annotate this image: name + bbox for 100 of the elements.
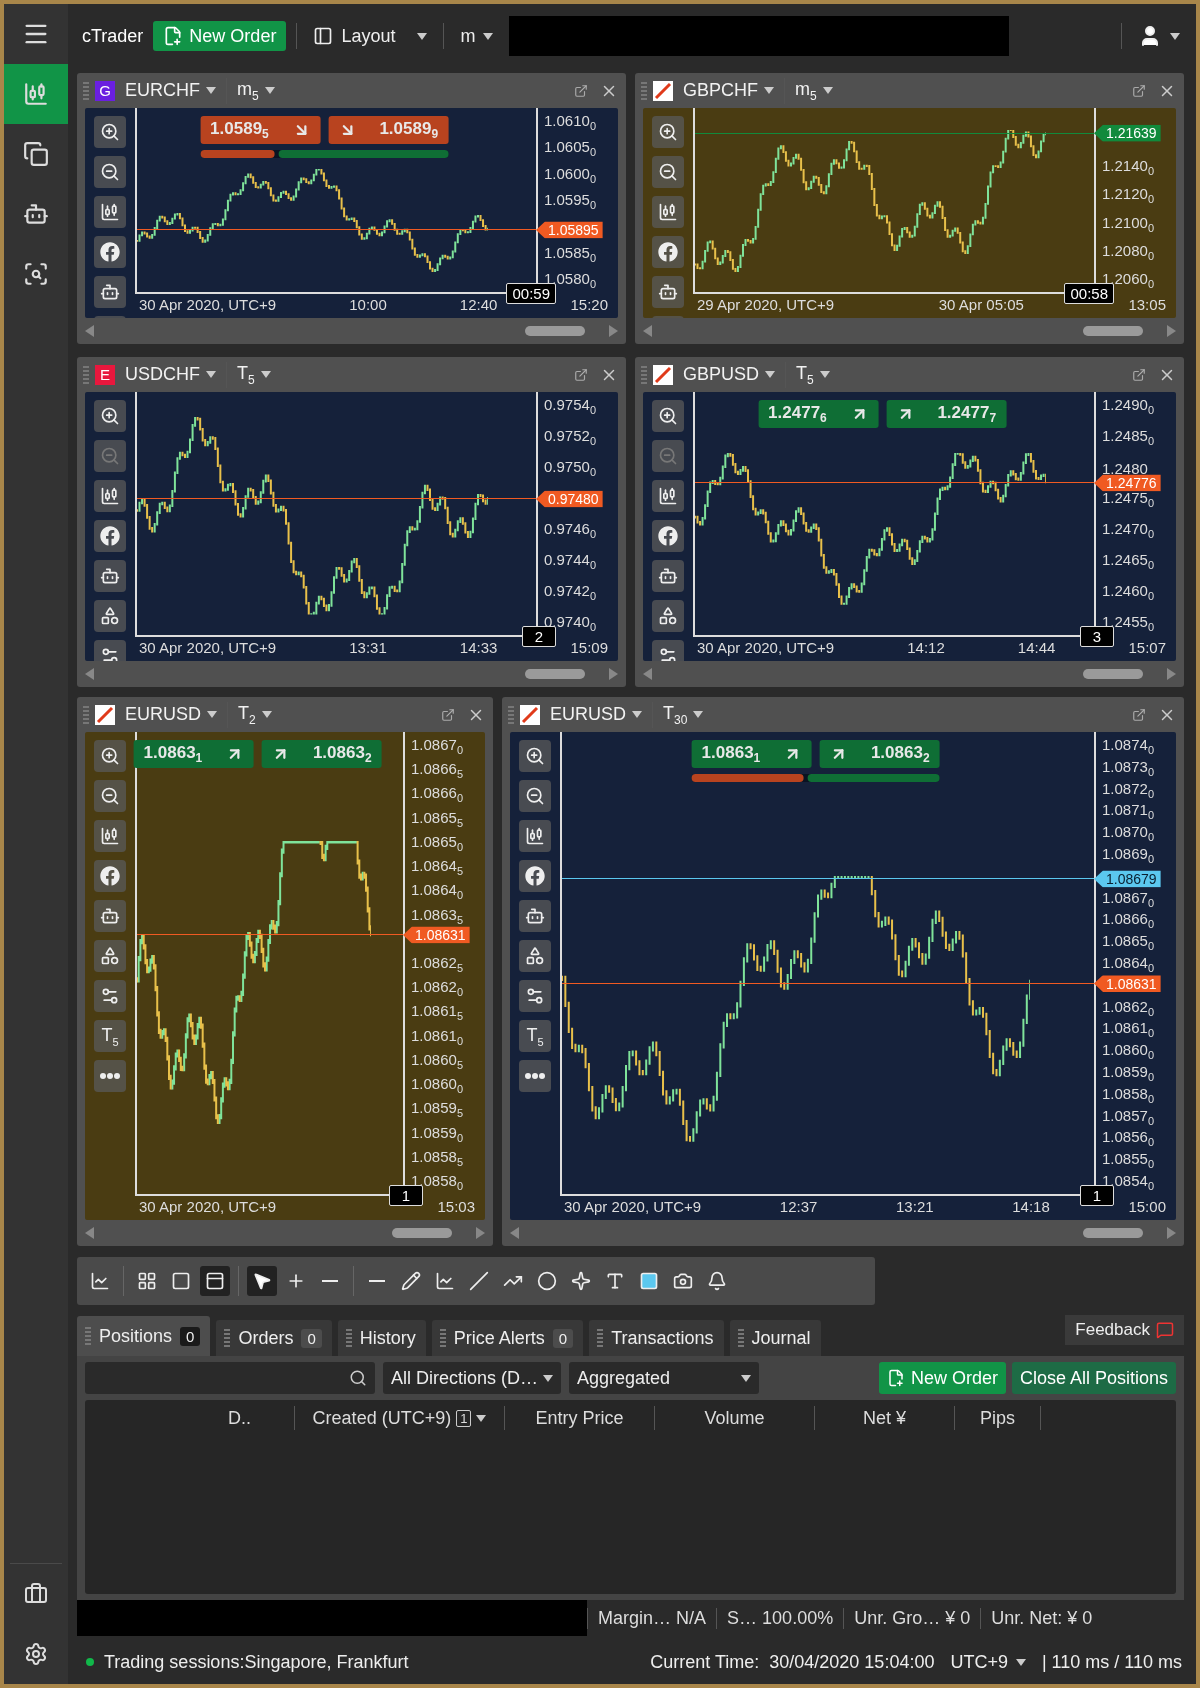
symbol-selector[interactable]: EURUSD bbox=[546, 699, 646, 730]
buy-button[interactable]: 1.2477$_{7}$ bbox=[886, 400, 1007, 428]
shapes-button[interactable] bbox=[94, 600, 126, 632]
zoom-in-button[interactable] bbox=[94, 116, 126, 148]
feedback-button[interactable]: Feedback bbox=[1065, 1315, 1184, 1345]
more-button[interactable] bbox=[519, 1060, 551, 1092]
column-header[interactable]: Created (UTC+9) 1 bbox=[295, 1406, 505, 1430]
text-icon bbox=[605, 1271, 625, 1291]
share-button[interactable] bbox=[94, 520, 126, 552]
mode-selector[interactable]: m bbox=[454, 20, 500, 52]
timeframe-selector[interactable]: T$_{5}$ bbox=[233, 359, 275, 390]
bot-button[interactable] bbox=[94, 560, 126, 592]
zoom-in-button[interactable] bbox=[519, 740, 551, 772]
chart-type-button[interactable] bbox=[519, 820, 551, 852]
tick-timeframe-button[interactable]: T$_{5}$ bbox=[94, 1020, 126, 1052]
grouping-select[interactable]: Aggregated bbox=[569, 1362, 759, 1394]
column-header[interactable]: Volume bbox=[655, 1406, 815, 1430]
symbol-selector[interactable]: EURCHF bbox=[121, 75, 220, 106]
shapes-button[interactable] bbox=[519, 940, 551, 972]
zoom-in-button[interactable] bbox=[652, 116, 684, 148]
chart-type-button[interactable] bbox=[94, 820, 126, 852]
bot-button[interactable] bbox=[94, 276, 126, 308]
drag-handle[interactable] bbox=[83, 365, 89, 384]
bot-button[interactable] bbox=[652, 560, 684, 592]
shapes-button[interactable] bbox=[652, 600, 684, 632]
panel-tab[interactable]: History bbox=[337, 1320, 426, 1356]
symbol-selector[interactable]: EURUSD bbox=[121, 699, 221, 730]
zoom-out-button[interactable] bbox=[94, 780, 126, 812]
sell-button[interactable]: 1.0863$_{1}$ bbox=[691, 740, 812, 768]
buy-button[interactable]: 1.0589$_{9}$ bbox=[328, 116, 449, 144]
symbol-selector[interactable]: GBPUSD bbox=[679, 359, 780, 390]
close-all-button[interactable]: Close All Positions bbox=[1011, 1362, 1176, 1394]
sell-button[interactable]: 1.0589$_{5}$ bbox=[200, 116, 321, 144]
price-axis-label: 1.0605$_{0}$ bbox=[544, 138, 596, 159]
zoom-out-button[interactable] bbox=[519, 780, 551, 812]
panel-tab[interactable]: Positions 0 bbox=[77, 1316, 211, 1356]
sell-button[interactable]: 1.0863$_{1}$ bbox=[133, 740, 254, 768]
panel-tab[interactable]: Transactions bbox=[589, 1320, 724, 1356]
panel-tab[interactable]: Journal bbox=[729, 1320, 821, 1356]
zoom-out-button[interactable] bbox=[94, 156, 126, 188]
direction-select[interactable]: All Directions (D… bbox=[383, 1362, 561, 1394]
share-button[interactable] bbox=[652, 236, 684, 268]
scroll-thumb[interactable] bbox=[525, 326, 585, 336]
new-order-button[interactable]: New Order bbox=[878, 1362, 1006, 1394]
zoom-in-button[interactable] bbox=[94, 740, 126, 772]
zoom-in-button[interactable] bbox=[652, 400, 684, 432]
tick-timeframe-button[interactable]: T$_{5}$ bbox=[519, 1020, 551, 1052]
timezone-selector[interactable]: UTC+9 bbox=[944, 1646, 1032, 1678]
panel-tab[interactable]: Price Alerts 0 bbox=[431, 1320, 584, 1356]
scroll-thumb[interactable] bbox=[1083, 669, 1143, 679]
chart-type-button[interactable] bbox=[94, 480, 126, 512]
shapes-button[interactable] bbox=[94, 940, 126, 972]
layout-button[interactable]: Layout bbox=[307, 20, 402, 52]
timeframe-selector[interactable]: T$_{2}$ bbox=[234, 699, 276, 730]
price-axis-label: 1.0865$_{5}$ bbox=[411, 808, 463, 829]
bot-button[interactable] bbox=[652, 276, 684, 308]
symbol-selector[interactable]: GBPCHF bbox=[679, 75, 778, 106]
buy-button[interactable]: 1.0863$_{2}$ bbox=[819, 740, 940, 768]
chart-settings-button[interactable] bbox=[519, 980, 551, 1012]
drag-handle[interactable] bbox=[83, 81, 89, 100]
chart-type-button[interactable] bbox=[652, 196, 684, 228]
more-button[interactable] bbox=[94, 1060, 126, 1092]
panel-tab[interactable]: Orders 0 bbox=[216, 1320, 332, 1356]
share-button[interactable] bbox=[94, 860, 126, 892]
price-axis-label: 1.0857$_{0}$ bbox=[1102, 1106, 1154, 1127]
share-button[interactable] bbox=[94, 236, 126, 268]
drag-handle[interactable] bbox=[83, 705, 89, 724]
scroll-thumb[interactable] bbox=[1083, 326, 1143, 336]
column-header[interactable]: Pips bbox=[955, 1406, 1041, 1430]
drag-handle[interactable] bbox=[508, 705, 514, 724]
new-order-button[interactable]: New Order bbox=[153, 21, 287, 51]
timeframe-selector[interactable]: T$_{30}$ bbox=[659, 699, 708, 730]
scroll-thumb[interactable] bbox=[1083, 1228, 1143, 1238]
bot-button[interactable] bbox=[94, 900, 126, 932]
caret-icon bbox=[1170, 32, 1180, 40]
share-button[interactable] bbox=[519, 860, 551, 892]
timeframe-selector[interactable]: T$_{5}$ bbox=[792, 359, 834, 390]
scroll-thumb[interactable] bbox=[525, 669, 585, 679]
chart-settings-button[interactable] bbox=[94, 980, 126, 1012]
sell-button[interactable]: 1.2477$_{6}$ bbox=[758, 400, 879, 428]
scroll-thumb[interactable] bbox=[392, 1228, 452, 1238]
share-button[interactable] bbox=[652, 520, 684, 552]
drag-handle[interactable] bbox=[641, 81, 647, 100]
column-header[interactable]: Net ¥ bbox=[815, 1406, 955, 1430]
search-field[interactable] bbox=[85, 1362, 375, 1394]
zoom-out-button[interactable] bbox=[652, 156, 684, 188]
drag-handle[interactable] bbox=[641, 365, 647, 384]
buy-button[interactable]: 1.0863$_{2}$ bbox=[261, 740, 382, 768]
symbol-selector[interactable]: USDCHF bbox=[121, 359, 220, 390]
time-axis-label: 15:09 bbox=[570, 639, 608, 658]
column-header[interactable]: Entry Price bbox=[505, 1406, 655, 1430]
split-layout-button[interactable] bbox=[200, 1266, 230, 1296]
pointer-button[interactable] bbox=[247, 1266, 277, 1296]
bot-button[interactable] bbox=[519, 900, 551, 932]
chart-type-button[interactable] bbox=[652, 480, 684, 512]
timeframe-selector[interactable]: m$_{5}$ bbox=[233, 75, 279, 106]
timeframe-selector[interactable]: m$_{5}$ bbox=[791, 75, 837, 106]
column-header[interactable]: D.. bbox=[185, 1406, 295, 1430]
zoom-in-button[interactable] bbox=[94, 400, 126, 432]
chart-type-button[interactable] bbox=[94, 196, 126, 228]
